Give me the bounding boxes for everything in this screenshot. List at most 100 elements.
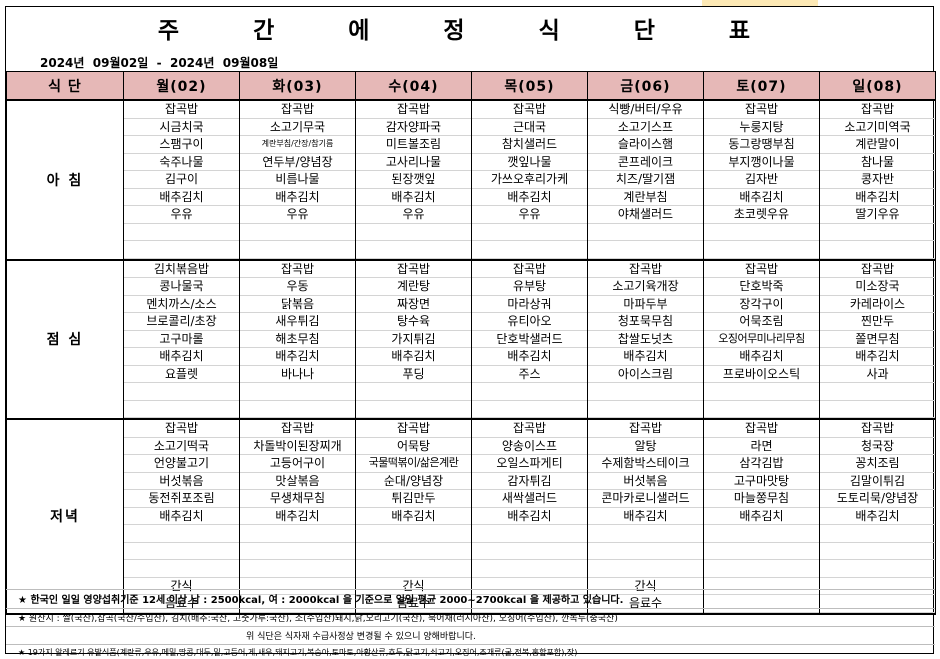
menu-item xyxy=(588,401,703,418)
menu-item: 잡곡밥 xyxy=(704,420,819,438)
menu-item: 계란부침 xyxy=(588,189,703,206)
menu-item: 잡곡밥 xyxy=(472,420,587,438)
menu-item: 슬라이스햄 xyxy=(588,136,703,154)
menu-cell: 잡곡밥 미소장국 카레라이스 찐만두 쫄면무침 배추김치 사과 xyxy=(819,259,936,420)
menu-item xyxy=(704,224,819,241)
menu-item: 순대/양념장 xyxy=(356,473,471,490)
menu-item: 배추김치 xyxy=(240,348,355,366)
header-row: 식 단 월(02) 화(03) 수(04) 목(05) 금(06) 토(07) … xyxy=(6,71,936,101)
menu-item: 배추김치 xyxy=(820,508,935,525)
menu-item xyxy=(704,383,819,401)
menu-item: 야채샐러드 xyxy=(588,206,703,224)
menu-item: 브로콜리/초장 xyxy=(124,313,239,331)
meal-row: 아 침 잡곡밥 시금치국 스팸구이 숙주나물 김구이 배추김치 우유 잡곡밥 소고기무국 계란부침/… xyxy=(6,100,936,261)
menu-item: 배추김치 xyxy=(704,508,819,525)
menu-item xyxy=(124,525,239,543)
menu-item: 참치샐러드 xyxy=(472,136,587,154)
menu-item: 동그랑땡부침 xyxy=(704,136,819,154)
menu-item: 배추김치 xyxy=(240,189,355,206)
menu-item: 찐만두 xyxy=(820,313,935,331)
menu-cell: 잡곡밥 누룽지탕 동그랑땡부침 부지깽이나물 김자반 배추김치 초코렛우유 xyxy=(703,100,820,261)
menu-item xyxy=(124,241,239,259)
menu-item: 잡곡밥 xyxy=(356,261,471,278)
footer-divider xyxy=(6,626,935,627)
menu-item: 마라상궈 xyxy=(472,296,587,313)
menu-item: 고구마맛탕 xyxy=(704,473,819,490)
menu-cell: 식빵/버터/우유 소고기스프 슬라이스햄 콘프레이크 치즈/딸기잼 계란부침 야채샐러드 xyxy=(587,100,704,261)
allergy-note: ★ 19가지 알레르기 유발식품(계란류,우유,메밀,땅콩,대두,밀,고등어,게… xyxy=(18,648,578,657)
menu-item: 잡곡밥 xyxy=(588,261,703,278)
menu-item: 해초무침 xyxy=(240,331,355,348)
menu-item xyxy=(124,224,239,241)
day-header-mon: 월(02) xyxy=(123,71,240,101)
menu-item xyxy=(820,241,935,259)
menu-item: 계란말이 xyxy=(820,136,935,154)
menu-cell: 잡곡밥 라면 삼각김밥 고구마맛탕 마늘쫑무침 배추김치 xyxy=(703,419,820,615)
change-note: 위 식단은 식자재 수급사정상 변경될 수 있으니 양해바랍니다. xyxy=(246,632,476,642)
menu-item: 청국장 xyxy=(820,438,935,455)
menu-item: 오일스파게티 xyxy=(472,455,587,473)
meal-label: 저녁 xyxy=(6,419,124,615)
menu-item: 수제함박스테이크 xyxy=(588,455,703,473)
menu-item: 찹쌀도넛츠 xyxy=(588,331,703,348)
menu-item: 미트볼조림 xyxy=(356,136,471,154)
menu-item xyxy=(356,401,471,418)
menu-item: 치즈/딸기잼 xyxy=(588,171,703,189)
menu-item: 맛살볶음 xyxy=(240,473,355,490)
menu-cell: 잡곡밥 소고기무국 계란부침/간장/참기름 연두부/양념장 비름나물 배추김치 우유 xyxy=(239,100,356,261)
footer-divider xyxy=(6,608,935,609)
menu-item xyxy=(240,560,355,578)
menu-item: 사과 xyxy=(820,366,935,383)
menu-item: 라면 xyxy=(704,438,819,455)
menu-item: 잡곡밥 xyxy=(240,101,355,119)
menu-item: 근대국 xyxy=(472,119,587,136)
menu-item: 꽁치조림 xyxy=(820,455,935,473)
menu-item: 차돌박이된장찌개 xyxy=(240,438,355,455)
menu-item: 유티아오 xyxy=(472,313,587,331)
menu-item: 요플렛 xyxy=(124,366,239,383)
menu-item: 배추김치 xyxy=(588,348,703,366)
menu-item: 푸딩 xyxy=(356,366,471,383)
menu-item: 배추김치 xyxy=(588,508,703,525)
menu-item: 비름나물 xyxy=(240,171,355,189)
menu-item: 탕수육 xyxy=(356,313,471,331)
menu-item: 감자양파국 xyxy=(356,119,471,136)
page-title: 주 간 에 정 식 단 표 xyxy=(157,18,784,44)
menu-item xyxy=(124,560,239,578)
day-header-sat: 토(07) xyxy=(703,71,820,101)
menu-item: 가쓰오후리가케 xyxy=(472,171,587,189)
menu-item: 튀김만두 xyxy=(356,490,471,508)
menu-cell: 잡곡밥 단호박죽 장각구이 어묵조림 오징어무미나리무침 배추김치 프로바이오스틱 xyxy=(703,259,820,420)
menu-item: 김치볶음밥 xyxy=(124,261,239,278)
menu-item: 연두부/양념장 xyxy=(240,154,355,171)
menu-item: 아이스크림 xyxy=(588,366,703,383)
menu-cell: 잡곡밥 유부탕 마라상궈 유티아오 단호박샐러드 배추김치 주스 xyxy=(471,259,588,420)
menu-cell: 잡곡밥 청국장 꽁치조림 김말이튀김 도토리묵/양념장 배추김치 xyxy=(819,419,936,615)
menu-item xyxy=(820,525,935,543)
menu-item: 부지깽이나물 xyxy=(704,154,819,171)
day-header-tue: 화(03) xyxy=(239,71,356,101)
menu-cell: 잡곡밥 시금치국 스팸구이 숙주나물 김구이 배추김치 우유 xyxy=(123,100,240,261)
menu-item: 우유 xyxy=(472,206,587,224)
menu-item: 새싹샐러드 xyxy=(472,490,587,508)
menu-item: 배추김치 xyxy=(124,508,239,525)
menu-item xyxy=(704,543,819,560)
menu-item: 고구마롤 xyxy=(124,331,239,348)
menu-cell: 잡곡밥 소고기떡국 언양불고기 버섯볶음 동전쥐포조림 배추김치 간식 음료수 xyxy=(123,419,240,615)
menu-item: 새우튀김 xyxy=(240,313,355,331)
menu-item: 된장깻잎 xyxy=(356,171,471,189)
menu-item: 배추김치 xyxy=(356,348,471,366)
menu-item: 배추김치 xyxy=(472,348,587,366)
menu-item xyxy=(124,543,239,560)
menu-item xyxy=(704,241,819,259)
menu-item: 배추김치 xyxy=(124,348,239,366)
menu-item: 주스 xyxy=(472,366,587,383)
menu-item xyxy=(704,525,819,543)
menu-item: 배추김치 xyxy=(472,189,587,206)
menu-item: 우유 xyxy=(124,206,239,224)
menu-item xyxy=(820,383,935,401)
menu-item: 잡곡밥 xyxy=(704,261,819,278)
menu-item: 김말이튀김 xyxy=(820,473,935,490)
menu-item xyxy=(588,525,703,543)
menu-item: 어묵탕 xyxy=(356,438,471,455)
